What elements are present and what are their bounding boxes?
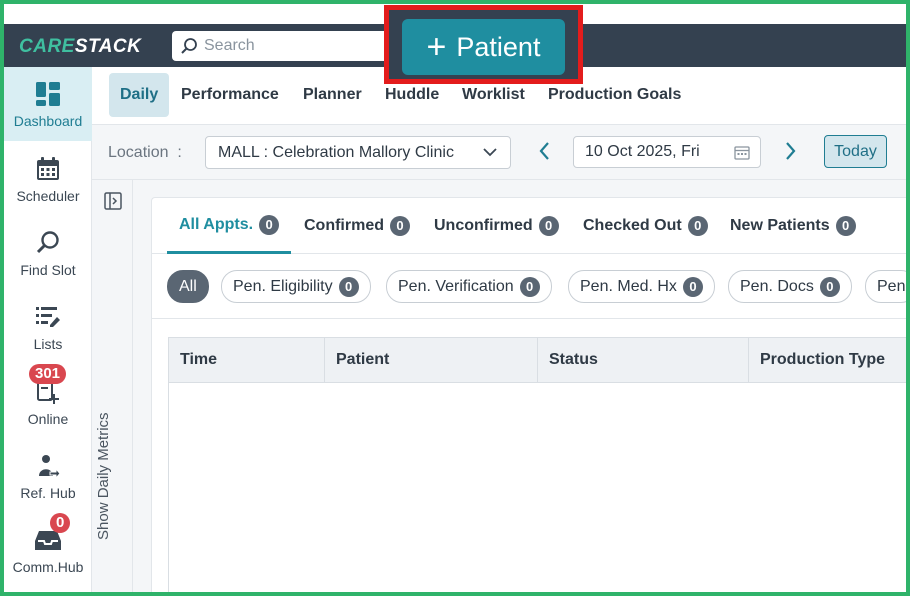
tab-checked-out[interactable]: Checked Out 0: [571, 198, 720, 254]
tab-new-patients[interactable]: New Patients 0: [718, 198, 868, 254]
column-status[interactable]: Status: [538, 338, 749, 382]
count-badge: 0: [338, 276, 359, 297]
tab-all-appts[interactable]: All Appts. 0: [167, 198, 292, 254]
previous-day-button[interactable]: [537, 140, 553, 162]
sidebar-item-scheduler[interactable]: Scheduler: [4, 142, 92, 216]
column-production-type[interactable]: Production Type: [749, 338, 908, 382]
count-badge: 0: [819, 276, 840, 297]
tab-planner[interactable]: Planner: [292, 73, 373, 117]
online-count-badge: 301: [29, 364, 67, 384]
appointments-table-header: Time Patient Status Production Type: [168, 337, 907, 383]
add-patient-button[interactable]: + Patient: [402, 19, 565, 75]
chip-pen-more[interactable]: Pen: [865, 270, 907, 303]
sidebar-item-comm-hub[interactable]: 0 Comm.Hub: [4, 513, 92, 587]
sidebar-item-online[interactable]: 301 Online: [4, 364, 92, 439]
location-select[interactable]: MALL : Celebration Mallory Clinic: [205, 136, 511, 169]
count-badge: 0: [682, 276, 703, 297]
chevron-down-icon: [483, 148, 497, 157]
dashboard-icon: [36, 82, 60, 106]
chip-pen-eligibility[interactable]: Pen. Eligibility 0: [221, 270, 371, 303]
sidebar-item-find-slot[interactable]: Find Slot: [4, 216, 92, 290]
search-icon: [36, 231, 59, 254]
next-day-button[interactable]: [782, 140, 798, 162]
date-picker[interactable]: 10 Oct 2025, Fri: [573, 136, 761, 168]
today-button[interactable]: Today: [824, 135, 887, 168]
search-icon: [181, 38, 197, 54]
search-input[interactable]: [204, 37, 384, 55]
count-badge: 0: [538, 216, 559, 236]
tab-performance[interactable]: Performance: [170, 73, 290, 117]
tab-daily[interactable]: Daily: [109, 73, 170, 117]
sidebar-item-ref-hub[interactable]: Ref. Hub: [4, 439, 92, 513]
count-badge: 0: [390, 216, 410, 236]
chip-pen-docs[interactable]: Pen. Docs 0: [728, 270, 852, 303]
plus-icon: +: [426, 28, 447, 66]
daily-metrics-panel: Show Daily Metrics: [92, 180, 133, 596]
location-label: Location :: [108, 144, 182, 161]
list-edit-icon: [36, 307, 60, 327]
left-sidebar: Dashboard Scheduler Find Slot Lists 301 …: [4, 67, 92, 596]
comm-hub-count-badge: 0: [50, 513, 71, 533]
sidebar-item-dashboard[interactable]: Dashboard: [4, 67, 92, 141]
chip-pen-verification[interactable]: Pen. Verification 0: [386, 270, 552, 303]
appointments-table-body: [168, 383, 907, 596]
column-time[interactable]: Time: [169, 338, 325, 382]
location-bar: Location : MALL : Celebration Mallory Cl…: [92, 125, 906, 180]
count-badge: 0: [259, 214, 280, 235]
chip-pen-med-hx[interactable]: Pen. Med. Hx 0: [568, 270, 715, 303]
sidebar-item-lists[interactable]: Lists: [4, 290, 92, 364]
chip-all[interactable]: All: [167, 270, 209, 303]
show-daily-metrics-toggle[interactable]: Show Daily Metrics: [95, 412, 112, 540]
column-patient[interactable]: Patient: [325, 338, 538, 382]
patient-button-highlight: + Patient: [384, 5, 583, 84]
referral-icon: [39, 455, 61, 479]
calendar-icon: [734, 146, 750, 160]
count-badge: 0: [835, 216, 856, 236]
carestack-logo[interactable]: CARESTACK: [19, 36, 141, 58]
status-filter-chips: All Pen. Eligibility 0 Pen. Verification 0…: [152, 255, 907, 319]
calendar-icon: [37, 157, 59, 180]
tab-confirmed[interactable]: Confirmed 0: [292, 198, 422, 254]
tab-unconfirmed[interactable]: Unconfirmed 0: [422, 198, 571, 254]
count-badge: 0: [687, 216, 708, 236]
appointments-card: All Appts. 0 Confirmed 0 Unconfirmed 0 Chec…: [151, 197, 907, 596]
global-search[interactable]: [172, 31, 402, 61]
appointment-tabs: All Appts. 0 Confirmed 0 Unconfirmed 0 Chec…: [152, 198, 907, 254]
expand-panel-icon[interactable]: [104, 192, 122, 210]
count-badge: 0: [519, 276, 540, 297]
